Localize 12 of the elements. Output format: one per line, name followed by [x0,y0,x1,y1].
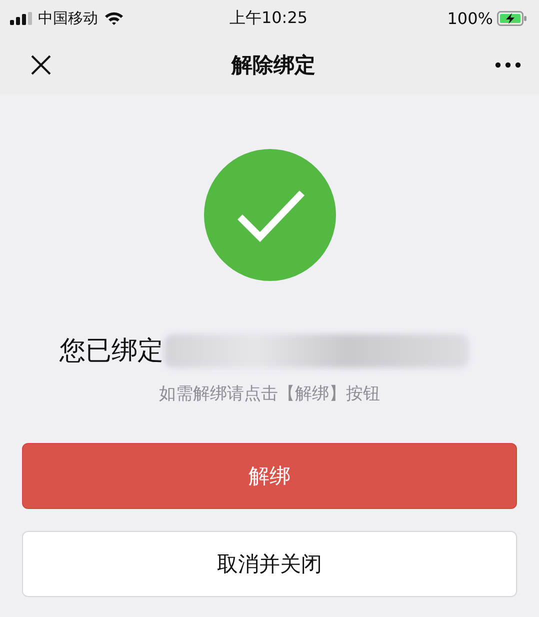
close-icon[interactable] [30,54,52,76]
page-title: 解除绑定 [232,52,316,79]
bound-message: 您已绑定 [60,335,164,368]
carrier-name: 中国移动 [38,8,98,28]
wifi-icon [104,10,124,26]
signal-icon [10,12,32,24]
cancel-close-button[interactable]: 取消并关闭 [22,531,517,597]
battery-percent: 100% [447,8,493,28]
unbind-hint: 如需解绑请点击【解绑】按钮 [159,383,380,405]
clock-time: 上午10:25 [229,8,308,28]
more-icon[interactable] [495,62,521,68]
unbind-button[interactable]: 解绑 [22,443,517,509]
